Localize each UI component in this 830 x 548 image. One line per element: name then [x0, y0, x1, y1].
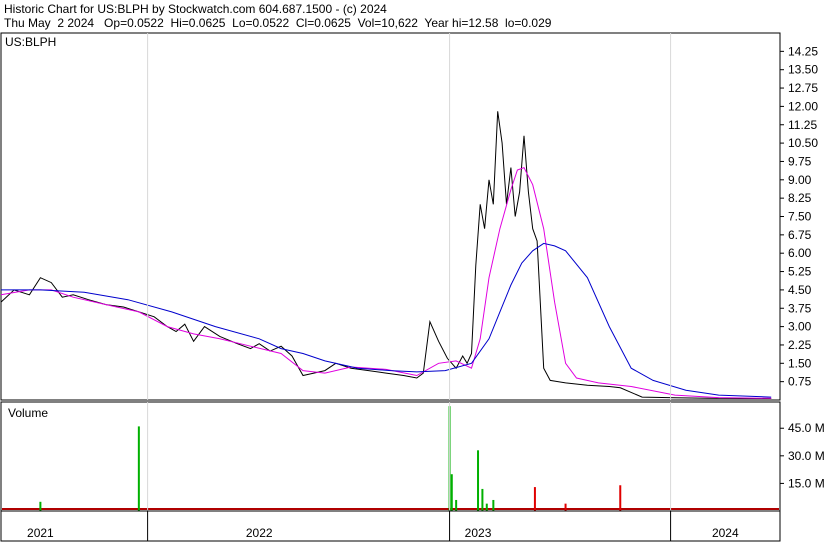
price-tick-label: 6.00 [788, 246, 812, 260]
volume-bar [450, 474, 453, 511]
price-line [0, 111, 772, 399]
price-tick-label: 9.00 [788, 173, 812, 187]
price-tick-label: 14.25 [788, 44, 818, 58]
price-tick-label: 5.25 [788, 265, 812, 279]
year-label: 2024 [712, 526, 739, 540]
price-tick-label: 12.00 [788, 99, 818, 113]
volume-bar [137, 426, 140, 511]
ma-long-line [1, 242, 772, 398]
price-tick-label: 7.50 [788, 210, 812, 224]
ma-short-line [0, 166, 772, 399]
price-tick-label: 6.75 [788, 228, 812, 242]
price-tick-label: 1.50 [788, 356, 812, 370]
chart-header-line1: Historic Chart for US:BLPH by Stockwatch… [4, 2, 387, 16]
volume-bar [564, 503, 567, 511]
chart-header-line2: Thu May 2 2024 Op=0.0522 Hi=0.0625 Lo=0.… [4, 16, 552, 30]
price-tick-label: 9.75 [788, 154, 812, 168]
year-label: 2023 [465, 526, 492, 540]
price-panel-frame [0, 32, 781, 401]
volume-bar [619, 485, 622, 511]
symbol-label: US:BLPH [5, 35, 56, 49]
volume-bar [492, 499, 495, 511]
price-tick-label: 0.75 [788, 375, 812, 389]
volume-bar [455, 499, 458, 511]
price-tick-label: 8.25 [788, 191, 812, 205]
volume-title: Volume [8, 406, 48, 420]
time-axis: 2021 2022 2023 2024 [0, 510, 781, 542]
volume-bar [39, 501, 42, 511]
chart-canvas: Historic Chart for US:BLPH by Stockwatch… [0, 2, 825, 542]
volume-bar [533, 487, 536, 511]
volume-tick-label: 30.0 M [788, 449, 825, 463]
price-tick-label: 2.25 [788, 338, 812, 352]
year-label: 2021 [27, 526, 54, 540]
volume-tick-label: 45.0 M [788, 421, 825, 435]
price-tick-label: 3.00 [788, 320, 812, 334]
price-tick-label: 10.50 [788, 136, 818, 150]
price-tick-label: 11.25 [788, 118, 817, 132]
volume-panel-frame [0, 401, 781, 512]
price-panel: US:BLPH 14.25 13.50 12.75 12.00 11.25 10.50 9.7… [0, 32, 818, 401]
price-tick-label: 13.50 [788, 63, 818, 77]
volume-bar [481, 488, 484, 511]
price-tick-label: 3.75 [788, 301, 812, 315]
year-label: 2022 [246, 526, 273, 540]
volume-bar [485, 503, 488, 511]
price-tick-label: 4.50 [788, 283, 812, 297]
time-axis-frame [0, 510, 781, 542]
volume-bar [477, 450, 480, 511]
volume-tick-label: 15.0 M [788, 476, 825, 490]
stock-chart: Historic Chart for US:BLPH by Stockwatch… [0, 0, 830, 543]
volume-panel: Volume 45.0 M 30.0 M 15.0 M [0, 401, 825, 512]
price-tick-label: 12.75 [788, 81, 818, 95]
